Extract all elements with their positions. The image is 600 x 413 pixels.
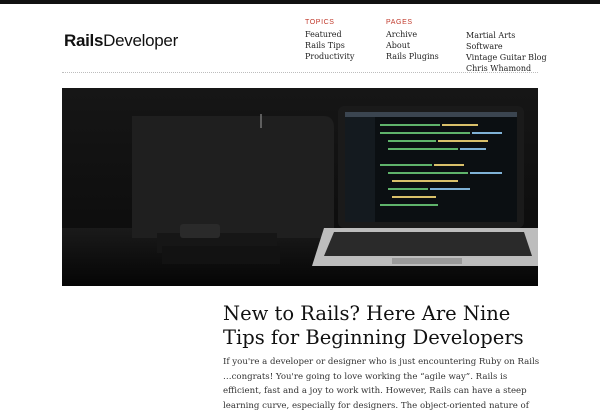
logo-bold-text: Rails [64, 31, 104, 50]
nav-link-vintage-guitar-blog[interactable]: Vintage Guitar Blog [466, 52, 547, 63]
nav-link-software[interactable]: Software [466, 41, 547, 52]
nav-pages-heading: PAGES [386, 19, 413, 26]
top-bar [0, 0, 600, 4]
nav-topics-rails-tips[interactable]: Rails Tips [305, 40, 354, 51]
nav-topics: TOPICS Featured Rails Tips Productivity [305, 17, 354, 62]
nav-topics-productivity[interactable]: Productivity [305, 51, 354, 62]
nav-pages: PAGES Archive About Rails Plugins [386, 17, 439, 62]
nav-link-martial-arts[interactable]: Martial Arts [466, 30, 547, 41]
post-title[interactable]: New to Rails? Here Are Nine Tips for Beg… [223, 302, 543, 350]
site-logo[interactable]: RailsDeveloper [64, 31, 178, 55]
logo-light-text: Developer [103, 31, 178, 50]
nav-pages-about[interactable]: About [386, 40, 439, 51]
laptop-desk-photo [62, 88, 538, 286]
nav-topics-featured[interactable]: Featured [305, 29, 354, 40]
nav-topics-heading: TOPICS [305, 19, 335, 26]
hero-image[interactable] [62, 88, 538, 286]
nav-pages-rails-plugins[interactable]: Rails Plugins [386, 51, 439, 62]
post-excerpt: If you're a developer or designer who is… [223, 357, 540, 411]
nav-links: Martial Arts Software Vintage Guitar Blo… [466, 30, 547, 74]
nav-pages-archive[interactable]: Archive [386, 29, 439, 40]
header-divider [62, 72, 538, 73]
